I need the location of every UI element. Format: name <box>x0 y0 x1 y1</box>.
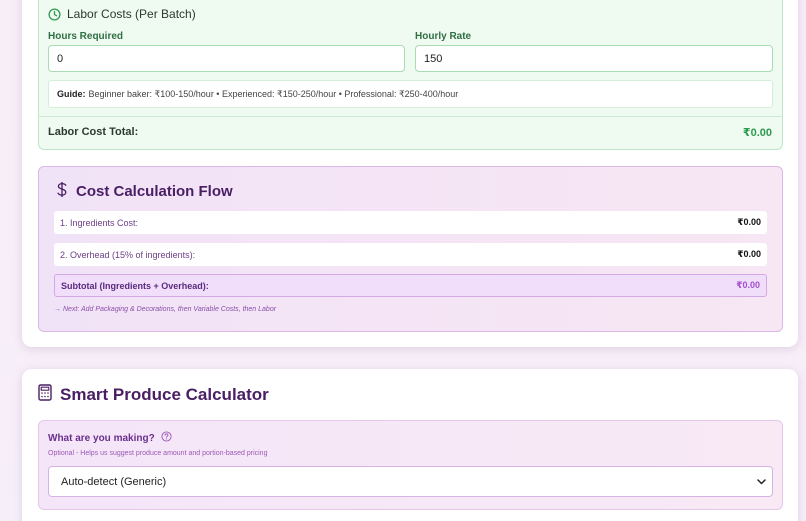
flow-row-subtotal: Subtotal (Ingredients + Overhead): ₹0.00 <box>54 274 767 297</box>
labor-guide: Guide: Beginner baker: ₹100-150/hour • E… <box>48 80 773 108</box>
labor-section <box>38 0 783 150</box>
labor-divider <box>38 116 783 117</box>
smart-title: Smart Produce Calculator <box>60 385 269 404</box>
labor-total-value: ₹0.00 <box>742 127 772 139</box>
flow-row-label: 1. Ingredients Cost: <box>60 217 139 228</box>
smart-heading: Smart Produce Calculator <box>38 384 269 406</box>
rate-label: Hourly Rate <box>415 31 472 42</box>
labor-heading: Labor Costs (Per Batch) <box>48 7 196 21</box>
flow-row-value: ₹0.00 <box>737 217 761 227</box>
rate-input[interactable]: 150 <box>415 45 773 72</box>
flow-title: Cost Calculation Flow <box>76 183 233 200</box>
subtotal-value: ₹0.00 <box>736 280 760 290</box>
product-type-select[interactable]: Auto-detect (Generic) <box>48 466 773 497</box>
subtotal-label: Subtotal (Ingredients + Overhead): <box>61 280 209 291</box>
guide-text: Beginner baker: ₹100-150/hour • Experien… <box>88 88 459 99</box>
flow-heading: Cost Calculation Flow <box>56 181 233 202</box>
calculator-icon <box>38 384 52 406</box>
making-hint: Optional - Helps us suggest produce amou… <box>48 450 268 457</box>
select-value: Auto-detect (Generic) <box>61 475 167 488</box>
guide-label: Guide: <box>57 89 86 99</box>
making-label: What are you making? <box>48 432 155 444</box>
flow-next-note: → Next: Add Packaging & Decorations, the… <box>54 306 277 313</box>
flow-row-label: 2. Overhead (15% of ingredients): <box>60 249 196 260</box>
flow-row-ingredients: 1. Ingredients Cost: ₹0.00 <box>54 211 767 234</box>
flow-row-value: ₹0.00 <box>737 249 761 259</box>
labor-total-label: Labor Cost Total: <box>48 126 139 138</box>
flow-row-overhead: 2. Overhead (15% of ingredients): ₹0.00 <box>54 243 767 266</box>
chevron-down-icon <box>757 476 766 488</box>
clock-icon <box>48 7 61 21</box>
labor-title: Labor Costs (Per Batch) <box>67 7 196 21</box>
hours-label: Hours Required <box>48 31 124 42</box>
help-icon[interactable] <box>161 431 172 445</box>
hours-input[interactable]: 0 <box>48 45 405 72</box>
making-label-row: What are you making? <box>48 431 172 445</box>
dollar-icon <box>56 181 68 202</box>
